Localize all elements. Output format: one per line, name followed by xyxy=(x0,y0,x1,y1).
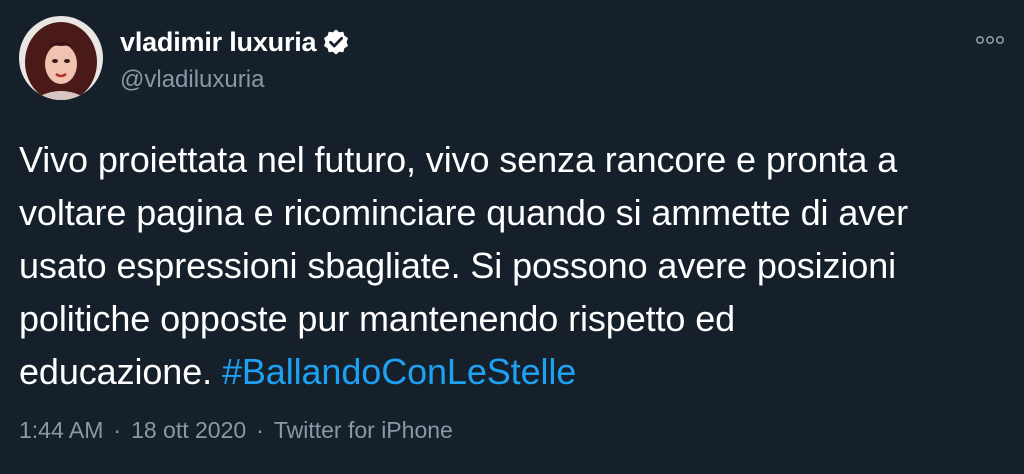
tweet-text-line: usato espressioni sbagliate. Si possono … xyxy=(19,245,897,286)
handle[interactable]: @vladiluxuria xyxy=(120,66,350,94)
tweet-text-segment: educazione. xyxy=(19,351,222,392)
tweet-text-line: educazione. #BallandoConLeStelle xyxy=(19,345,999,398)
avatar-image xyxy=(19,16,103,100)
tweet-source[interactable]: Twitter for iPhone xyxy=(274,417,453,444)
meta-separator: · xyxy=(256,417,264,443)
author-block: vladimir luxuria @vladiluxuria xyxy=(120,24,350,94)
verified-badge-icon xyxy=(322,28,350,56)
hashtag-link[interactable]: #BallandoConLeStelle xyxy=(222,351,576,392)
avatar[interactable] xyxy=(19,16,103,100)
tweet-text: Vivo proiettata nel futuro, vivo senza r… xyxy=(19,133,999,398)
tweet-text-line: politiche opposte pur mantenendo rispett… xyxy=(19,298,736,339)
display-name[interactable]: vladimir luxuria xyxy=(120,27,317,58)
more-options-icon[interactable] xyxy=(972,28,1008,52)
tweet-text-line: Vivo proiettata nel futuro, vivo senza r… xyxy=(19,139,898,180)
meta-separator: · xyxy=(113,417,122,443)
name-row: vladimir luxuria xyxy=(120,24,350,60)
tweet-card: vladimir luxuria @vladiluxuria Vivo proi… xyxy=(0,0,1024,474)
tweet-date[interactable]: 18 ott 2020 xyxy=(131,417,246,444)
tweet-text-line: voltare pagina e ricominciare quando si … xyxy=(19,192,908,233)
tweet-meta: 1:44 AM · 18 ott 2020 · Twitter for iPho… xyxy=(19,417,453,444)
tweet-time[interactable]: 1:44 AM xyxy=(19,417,103,444)
